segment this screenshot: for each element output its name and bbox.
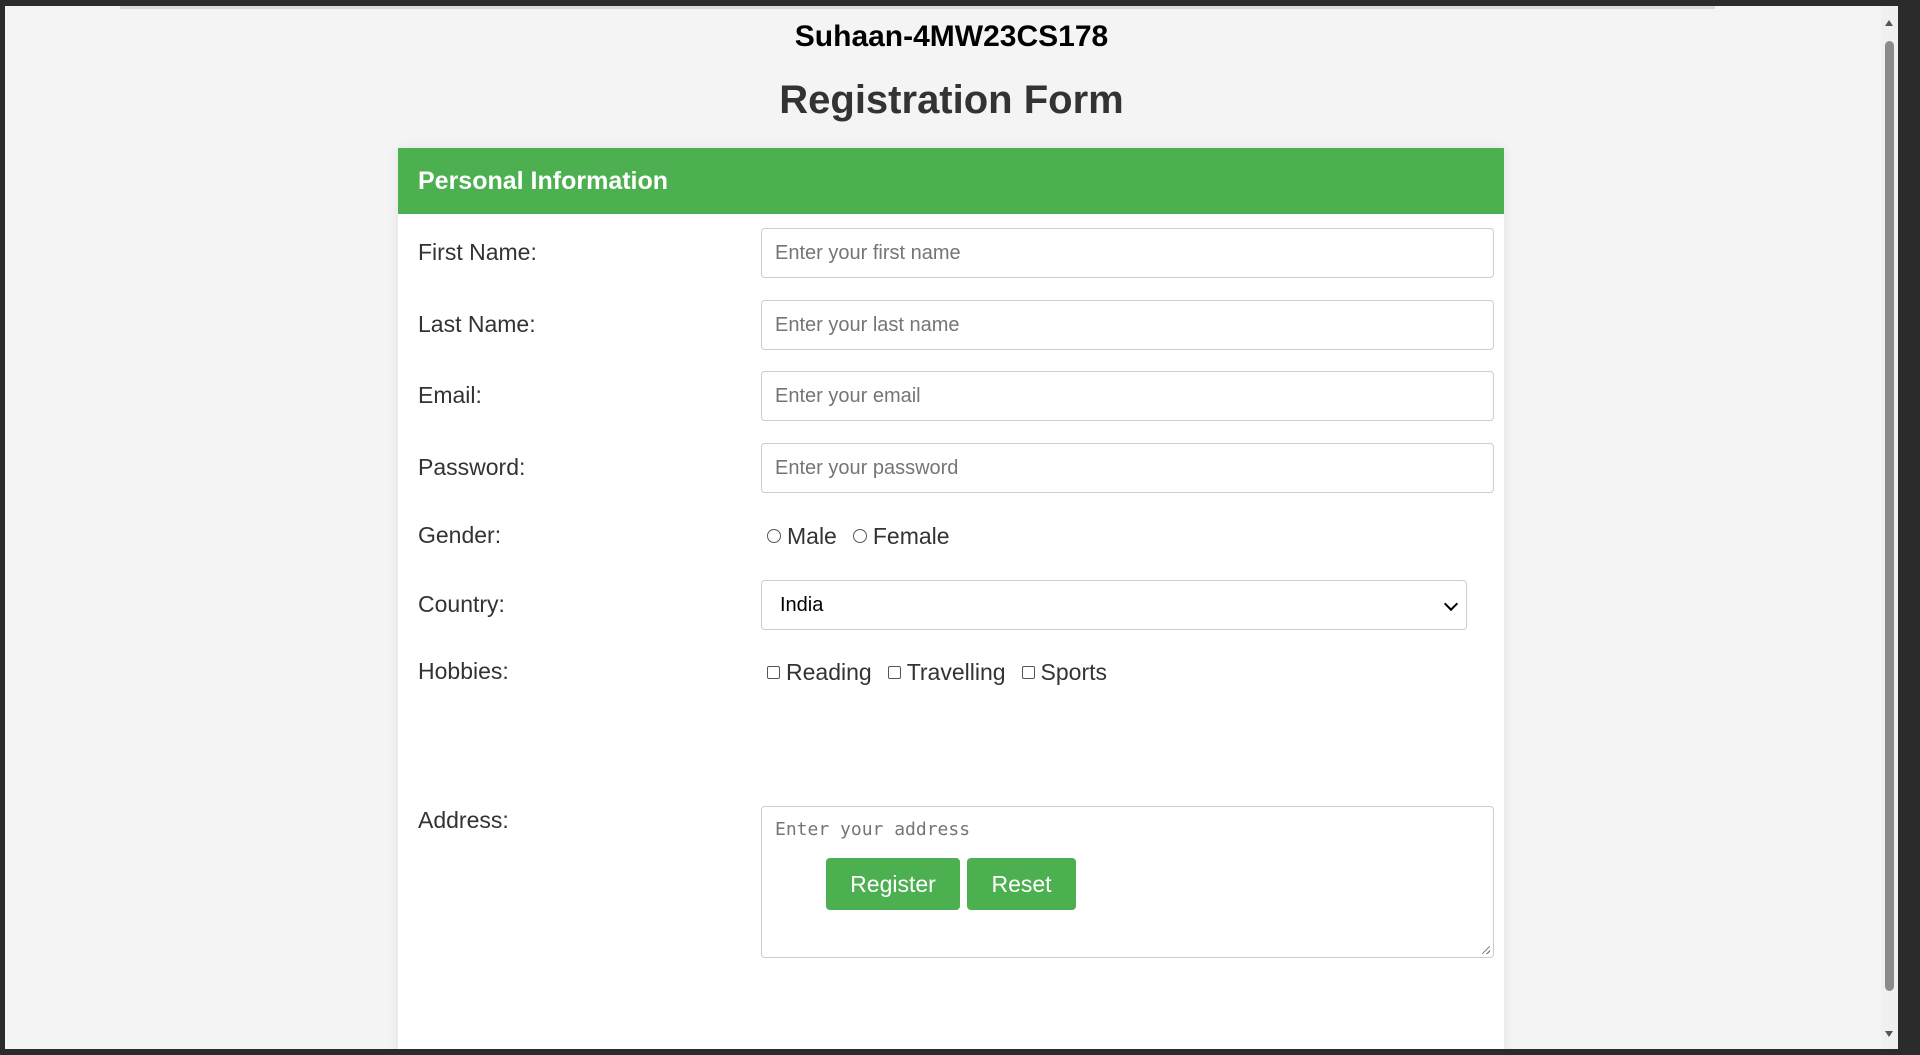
scroll-down-icon[interactable]	[1885, 1031, 1893, 1037]
register-button[interactable]: Register	[826, 858, 960, 910]
email-label: Email:	[418, 382, 482, 408]
hobby-option-sports[interactable]: Sports	[1016, 659, 1107, 686]
gender-option-female[interactable]: Female	[847, 523, 950, 550]
gender-options: Male Female	[761, 522, 960, 550]
country-selected-value: India	[780, 594, 824, 616]
first-name-row: First Name:	[418, 228, 1494, 278]
page-header: Suhaan-4MW23CS178	[794, 20, 1109, 53]
last-name-label: Last Name:	[418, 311, 536, 337]
browser-viewport: Suhaan-4MW23CS178 Registration Form Pers…	[5, 6, 1898, 1049]
reset-button[interactable]: Reset	[967, 858, 1076, 910]
scrollbar-thumb[interactable]	[1885, 41, 1894, 991]
country-select[interactable]: India	[761, 580, 1467, 630]
page-title: Registration Form	[779, 78, 1124, 122]
hobbies-options: Reading Travelling Sports	[761, 658, 1117, 686]
registration-form: Personal Information First Name: Last Na…	[398, 148, 1504, 1049]
section-header: Personal Information	[398, 148, 1504, 214]
travelling-label: Travelling	[906, 659, 1006, 685]
sports-checkbox[interactable]	[1021, 666, 1035, 679]
last-name-input[interactable]	[761, 300, 1494, 350]
female-label: Female	[872, 522, 950, 549]
gender-label: Gender:	[418, 522, 502, 548]
chevron-down-icon	[1443, 596, 1459, 612]
password-input[interactable]	[761, 443, 1494, 493]
female-radio[interactable]	[852, 529, 867, 543]
password-row: Password:	[418, 443, 1494, 493]
gender-row: Gender: Male Female	[418, 522, 1484, 552]
hobby-option-reading[interactable]: Reading	[761, 659, 872, 686]
first-name-label: First Name:	[418, 239, 537, 265]
first-name-input[interactable]	[761, 228, 1494, 278]
male-radio[interactable]	[767, 529, 781, 543]
travelling-checkbox[interactable]	[887, 666, 901, 679]
top-edge	[120, 6, 1715, 9]
male-label: Male	[787, 522, 837, 549]
hobbies-label: Hobbies:	[418, 658, 509, 684]
country-row: Country: India	[418, 580, 1484, 630]
vertical-scrollbar[interactable]	[1881, 6, 1898, 1049]
scroll-up-icon[interactable]	[1885, 20, 1893, 26]
reading-checkbox[interactable]	[767, 666, 780, 679]
sports-label: Sports	[1040, 659, 1108, 685]
email-input[interactable]	[761, 371, 1494, 421]
last-name-row: Last Name:	[418, 300, 1494, 350]
address-label: Address:	[418, 807, 509, 833]
country-label: Country:	[418, 591, 505, 617]
address-placeholder: Enter your address	[775, 819, 971, 840]
reading-label: Reading	[786, 659, 872, 685]
resize-grip-icon[interactable]	[1482, 946, 1490, 954]
gender-option-male[interactable]: Male	[761, 523, 837, 550]
hobby-option-travelling[interactable]: Travelling	[882, 659, 1006, 686]
password-label: Password:	[418, 454, 526, 480]
email-row: Email:	[418, 371, 1494, 421]
hobbies-row: Hobbies: Reading Travelling Sports	[418, 658, 1484, 688]
